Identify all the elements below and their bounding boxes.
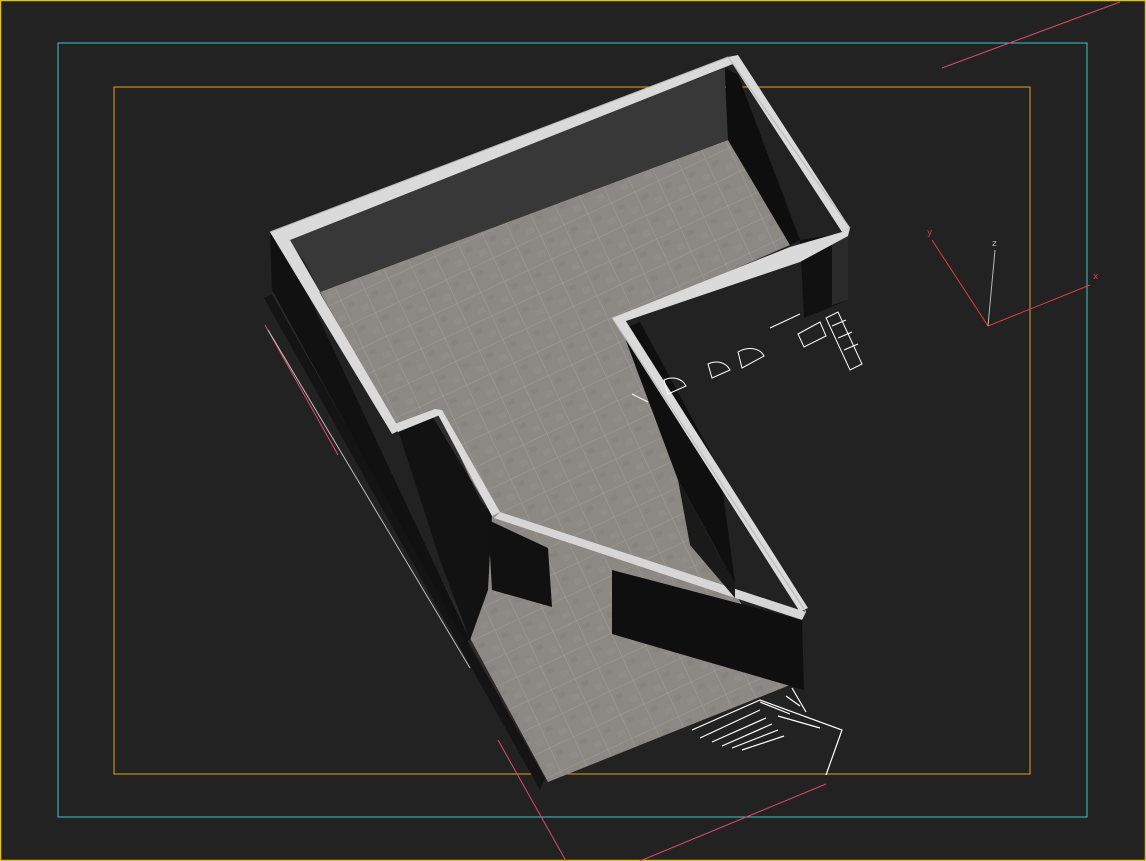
axis-y-label: y: [927, 228, 933, 238]
axis-tripod-icon: x y z: [927, 228, 1099, 327]
door-wireframes[interactable]: [631, 311, 863, 403]
viewport-scene[interactable]: x y z: [0, 0, 1146, 861]
perspective-viewport[interactable]: x y z: [0, 0, 1146, 861]
axis-x-label: x: [1093, 272, 1099, 282]
axis-z-label: z: [992, 239, 997, 249]
